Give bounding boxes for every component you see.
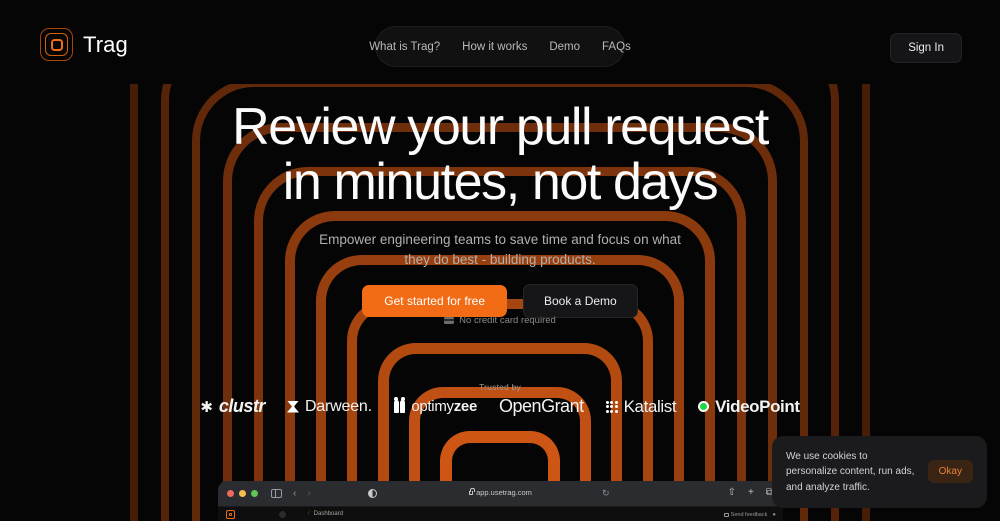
page-title: Review your pull request in minutes, not… xyxy=(0,98,1000,212)
breadcrumb-separator: / xyxy=(308,511,310,517)
new-tab-icon[interactable]: + xyxy=(748,487,754,498)
trusted-by-logos: ✱ clustr Darween. optimyzee OpenGrant Ka… xyxy=(0,396,1000,417)
subhead-line-1: Empower engineering teams to save time a… xyxy=(319,232,681,247)
subhead-line-2: they do best - building products. xyxy=(404,252,596,268)
trag-app-logo-icon[interactable] xyxy=(226,509,235,519)
cookie-consent-banner: We use cookies to personalize content, r… xyxy=(772,435,987,508)
primary-navigation: What is Trag? How it works Demo FAQs xyxy=(369,26,631,67)
nav-item-faqs[interactable]: FAQs xyxy=(602,41,631,53)
get-started-button[interactable]: Get started for free xyxy=(362,285,507,317)
logo-darween: Darween. xyxy=(286,397,372,416)
headline-line-1: Review your pull request xyxy=(232,98,769,156)
nav-item-how-it-works[interactable]: How it works xyxy=(462,41,527,53)
send-feedback-button[interactable]: Send feedback xyxy=(723,511,768,518)
brand-logo[interactable]: Trag xyxy=(40,28,128,61)
breadcrumb[interactable]: Dashboard xyxy=(314,511,343,517)
logo-optimyzee: optimyzee xyxy=(393,397,478,415)
logo-opengrant-label: OpenGrant xyxy=(499,396,584,416)
browser-url-bar[interactable]: app.usetrag.com xyxy=(218,487,783,497)
two-people-icon xyxy=(393,397,406,413)
browser-url-text: app.usetrag.com xyxy=(476,488,532,497)
trag-square-logo-icon xyxy=(40,28,73,61)
logo-clustr-label: clustr xyxy=(218,396,266,416)
logo-clustr: ✱ clustr xyxy=(200,396,265,417)
credit-card-icon xyxy=(444,317,455,324)
no-credit-card-label: No credit card required xyxy=(459,315,556,326)
cookie-consent-message: We use cookies to personalize content, r… xyxy=(786,450,915,493)
chat-icon xyxy=(723,512,729,517)
send-feedback-label: Send feedback xyxy=(730,511,768,518)
dot-grid-icon xyxy=(605,400,618,413)
book-demo-button[interactable]: Book a Demo xyxy=(523,284,638,318)
headline-line-2: in minutes, not days xyxy=(282,153,719,212)
nav-item-demo[interactable]: Demo xyxy=(549,41,580,53)
site-header: Trag What is Trag? How it works Demo FAQ… xyxy=(0,0,1000,92)
brand-name: Trag xyxy=(83,31,128,57)
green-circle-icon xyxy=(698,401,710,412)
browser-mockup: ‹ › app.usetrag.com ↻ ⇧ + ⧉ / Dashboard … xyxy=(218,481,783,521)
refresh-icon[interactable]: ↻ xyxy=(602,488,610,499)
app-avatar-icon[interactable] xyxy=(279,510,286,518)
logo-videopoint: VideoPoint xyxy=(698,396,800,417)
app-top-bar: / Dashboard Send feedback ● xyxy=(218,506,783,521)
logo-darween-label: Darween. xyxy=(304,397,372,415)
logo-katalist-label: Katalist xyxy=(623,396,677,416)
cookie-accept-button[interactable]: Okay xyxy=(927,460,973,484)
share-icon[interactable]: ⇧ xyxy=(728,487,736,498)
star-icon: ✱ xyxy=(200,398,213,416)
logo-opengrant: OpenGrant xyxy=(499,396,584,417)
logo-katalist: Katalist xyxy=(605,396,677,417)
logo-videopoint-label: VideoPoint xyxy=(715,396,800,416)
lock-icon xyxy=(469,487,476,495)
bowtie-icon xyxy=(286,400,299,413)
sign-in-button[interactable]: Sign In xyxy=(890,33,962,63)
no-credit-card-note: No credit card required xyxy=(0,315,1000,326)
logo-optimyzee-label: optimyzee xyxy=(411,398,478,415)
browser-toolbar: ‹ › app.usetrag.com ↻ ⇧ + ⧉ xyxy=(218,481,783,506)
user-avatar-icon[interactable]: ● xyxy=(772,512,776,518)
hero-subheading: Empower engineering teams to save time a… xyxy=(0,230,1000,271)
nav-item-what-is-trag[interactable]: What is Trag? xyxy=(369,41,440,53)
browser-toolbar-right: ⇧ + ⧉ xyxy=(728,487,773,498)
trusted-by-label: Trusted by xyxy=(479,382,521,392)
app-top-bar-right: Send feedback ● xyxy=(723,507,776,521)
hero-cta-group: Get started for free Book a Demo xyxy=(0,284,1000,318)
